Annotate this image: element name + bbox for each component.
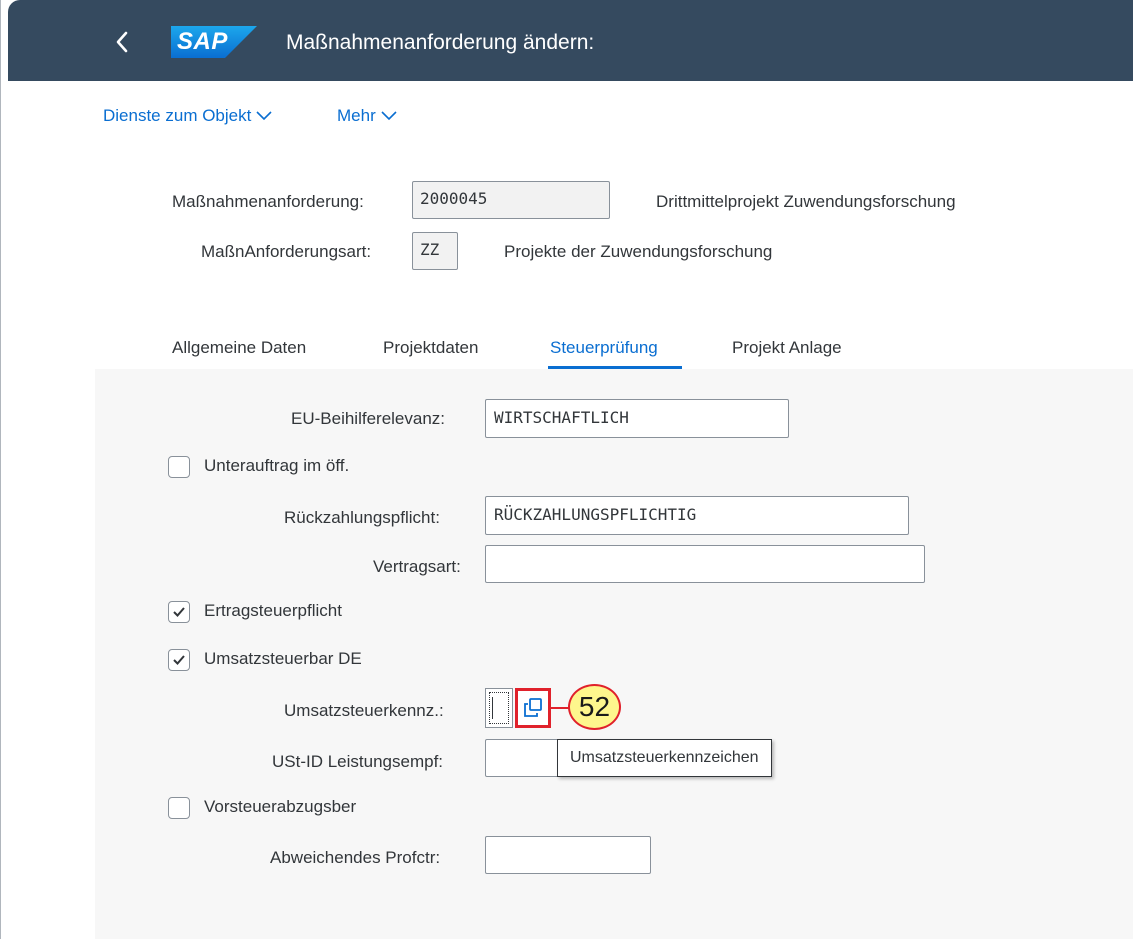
- sap-logo-text: SAP: [177, 28, 228, 55]
- services-menu-button[interactable]: Dienste zum Objekt: [103, 104, 272, 128]
- tab-allgemeine-daten[interactable]: Allgemeine Daten: [172, 336, 306, 360]
- vat-taxable-checkbox[interactable]: [168, 649, 190, 671]
- app-window: SAP Maßnahmenanforderung ändern: Dienste…: [0, 0, 1133, 939]
- tooltip: Umsatzsteuerkennzeichen: [557, 739, 772, 777]
- value-help-icon: [524, 698, 542, 717]
- request-type-description: Projekte der Zuwendungsforschung: [504, 242, 773, 261]
- vat-code-label: Umsatzsteuerkennz.:: [284, 701, 444, 720]
- annotation-connector: [551, 707, 569, 709]
- tab-steuerpruefung[interactable]: Steuerprüfung: [550, 336, 658, 360]
- vat-taxable-label: Umsatzsteuerbar DE: [204, 649, 362, 668]
- repayment-field[interactable]: RÜCKZAHLUNGSPFLICHTIG: [485, 496, 909, 535]
- chevron-left-icon: [116, 31, 128, 53]
- window-border: [0, 0, 1, 939]
- request-label: Maßnahmenanforderung:: [172, 192, 364, 211]
- checkmark-icon: [173, 655, 185, 665]
- income-tax-checkbox[interactable]: [168, 601, 190, 623]
- vat-id-field[interactable]: [485, 739, 561, 777]
- step-marker: 52: [568, 684, 621, 730]
- request-type-field[interactable]: ZZ: [412, 232, 458, 270]
- contract-type-field[interactable]: [485, 545, 925, 583]
- request-type-label: MaßnAnforderungsart:: [201, 242, 372, 261]
- vat-code-value-help-button[interactable]: [515, 688, 551, 728]
- page-title: Maßnahmenanforderung ändern:: [286, 31, 595, 54]
- tab-projektdaten[interactable]: Projektdaten: [383, 336, 478, 360]
- tab-projekt-anlage[interactable]: Projekt Anlage: [732, 336, 842, 360]
- input-tax-label: Vorsteuerabzugsber: [204, 797, 357, 816]
- text-caret: [492, 697, 493, 719]
- chevron-down-icon: [381, 111, 397, 121]
- profit-center-label: Abweichendes Profctr:: [270, 848, 441, 867]
- more-menu-label: Mehr: [337, 106, 376, 125]
- repayment-label: Rückzahlungspflicht:: [284, 508, 440, 527]
- vat-code-field[interactable]: [485, 688, 513, 728]
- subcontract-checkbox[interactable]: [168, 456, 190, 478]
- sap-logo: SAP: [171, 26, 257, 58]
- subcontract-label: Unterauftrag im öff.: [204, 456, 350, 475]
- eu-relevance-label: EU-Beihilferelevanz:: [291, 409, 446, 428]
- request-description: Drittmittelprojekt Zuwendungsforschung: [656, 192, 956, 211]
- checkmark-icon: [173, 607, 185, 617]
- services-menu-label: Dienste zum Objekt: [103, 106, 252, 125]
- more-menu-button[interactable]: Mehr: [337, 104, 397, 128]
- vat-id-label: USt-ID Leistungsempf:: [272, 752, 444, 771]
- eu-relevance-field[interactable]: WIRTSCHAFTLICH: [485, 399, 789, 438]
- input-tax-checkbox[interactable]: [168, 797, 190, 819]
- profit-center-field[interactable]: [485, 836, 651, 874]
- request-number-field[interactable]: 2000045: [412, 181, 610, 219]
- contract-type-label: Vertragsart:: [373, 557, 461, 576]
- income-tax-label: Ertragsteuerpflicht: [204, 601, 342, 620]
- chevron-down-icon: [256, 111, 272, 121]
- back-button[interactable]: [106, 26, 138, 58]
